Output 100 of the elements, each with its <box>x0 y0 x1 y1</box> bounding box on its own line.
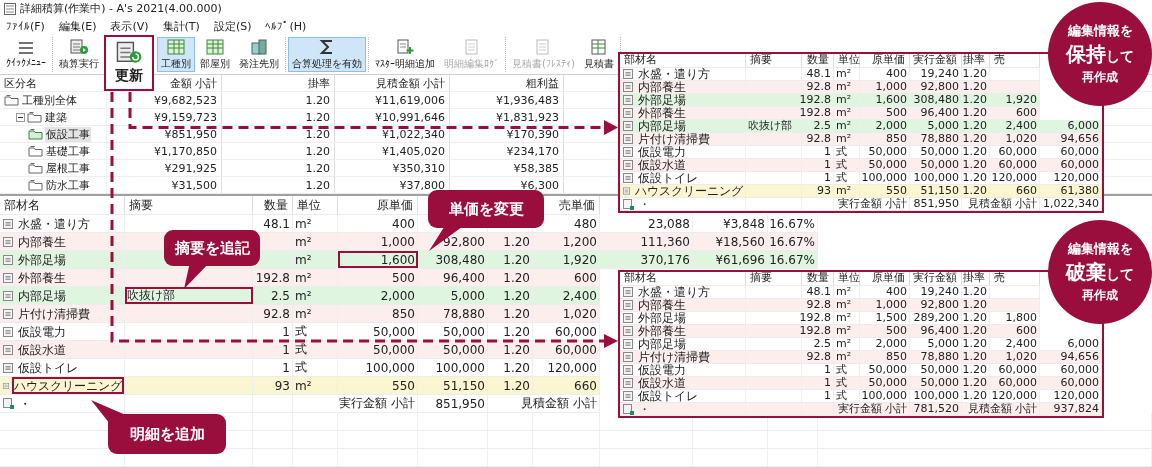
table-row[interactable]: 外部足場 192.8 m² 1,600 308,480 1.20 1,920 <box>620 94 1040 107</box>
column-header[interactable]: 実行金額 <box>910 272 962 285</box>
table-cell: 1.20 <box>488 287 533 304</box>
table-cell: 60,000 <box>990 364 1040 377</box>
table-cell-text: 内部養生 <box>637 299 687 312</box>
table-cell: ¥10,991,646 <box>335 109 450 125</box>
column-header[interactable]: 摘要 <box>746 272 802 285</box>
table-cell: 850 <box>860 351 910 364</box>
column-header[interactable]: 実行金額 <box>910 54 962 67</box>
row-icon <box>3 326 13 337</box>
menu-item[interactable]: 表示(V) <box>110 18 149 34</box>
column-header[interactable]: 摘要 <box>125 196 253 214</box>
table-row[interactable]: 仮設電力 1 式 50,000 50,000 1.20 60,000 60,000 <box>620 146 1102 159</box>
table-row[interactable]: ハウスクリーニング 93 m² 550 51,150 1.20 660 61,380 <box>620 185 1102 198</box>
table-row[interactable]: 内部足場 吹抜け部 2.5 m² 2,000 5,000 1.20 2,400 <box>0 287 600 305</box>
table-row[interactable]: 内部足場 2.5 m² 2,000 5,000 1.20 2,400 6,000 <box>620 338 1102 351</box>
table-row[interactable]: 片付け清掃費 92.8 m² 850 78,880 1.20 1,020 94,656 <box>620 133 1102 146</box>
column-header[interactable]: 掛率 <box>962 272 990 285</box>
column-header[interactable]: 部材名 <box>620 272 746 285</box>
table-cell: 100,000 <box>910 172 962 185</box>
table-cell: 1.20 <box>488 341 533 358</box>
table-cell: 94,656 <box>1040 351 1102 364</box>
column-header[interactable]: 部材名 <box>0 196 125 214</box>
menu-item[interactable]: 設定(S) <box>213 18 252 34</box>
table-row[interactable]: 内部養生 92.8 m² 1,000 92,800 1.20 <box>620 81 1040 94</box>
column-header[interactable]: 単位 <box>834 272 860 285</box>
table-row[interactable]: 外部養生 192.8 m² 500 96,400 1.20 600 <box>620 325 1040 338</box>
tree-item[interactable]: 工種別全体 <box>21 92 78 108</box>
table-row[interactable]: 水盛・遣り方 48.1 m² 400 19,240 1.20 <box>620 68 1040 81</box>
row-icon <box>623 339 633 350</box>
menu-item[interactable]: 集計(T) <box>162 18 200 34</box>
column-header[interactable]: 単位 <box>834 54 860 67</box>
table-row[interactable]: 仮設電力 1 式 50,000 50,000 1.20 60,000 60,000 <box>620 364 1102 377</box>
table-row[interactable]: 仮設水道 1 式 50,000 50,000 1.20 60,000 60,000 <box>620 377 1102 390</box>
column-header[interactable]: 摘要 <box>746 54 802 67</box>
column-header[interactable]: 単位 <box>293 196 338 214</box>
table-cell: 192.8 <box>802 107 834 120</box>
table-row[interactable]: 仮設水道 1 式 50,000 50,000 1.20 60,000 60,000 <box>620 159 1102 172</box>
table-row[interactable]: 片付け清掃費 92.8 m² 850 78,880 1.20 1,020 <box>0 305 600 323</box>
collapse-icon[interactable] <box>16 112 25 122</box>
table-cell: m² <box>834 338 860 351</box>
column-header[interactable]: 見積金額 小計 <box>375 75 445 91</box>
table-row[interactable]: 仮設トイレ 1 式 100,000 100,000 1.20 120,000 120,000 <box>620 390 1102 403</box>
table-cell: ¥11,619,006 <box>335 92 450 108</box>
update-button[interactable]: 更新 <box>104 35 154 91</box>
tree-item[interactable]: 防水工事 <box>45 177 91 193</box>
table-cell: 500 <box>860 107 910 120</box>
table-cell: 50,000 <box>910 146 962 159</box>
column-header[interactable]: 部材名 <box>620 54 746 67</box>
row-icon <box>3 308 13 319</box>
tree-item[interactable]: 仮設工事 <box>45 126 91 142</box>
menu-item[interactable]: ﾍﾙﾌﾟ(H) <box>265 19 307 33</box>
toolbar-button[interactable]: 合算処理を有効 <box>288 37 366 72</box>
table-row[interactable]: 内部足場 吹抜け部 2.5 m² 2,000 5,000 1.20 2,400 6,000 <box>620 120 1102 133</box>
column-header[interactable]: 数量 <box>253 196 293 214</box>
tree-item[interactable]: 屋根工事 <box>45 160 91 176</box>
table-cell: 100,000 <box>860 172 910 185</box>
column-header[interactable]: 原単価 <box>338 196 418 214</box>
column-header[interactable]: 数量 <box>802 272 834 285</box>
table-cell: 1.20 <box>962 325 990 338</box>
table-cell: m² <box>834 325 860 338</box>
column-header[interactable]: 売 <box>990 272 1040 285</box>
column-header[interactable]: 原単価 <box>860 272 910 285</box>
column-header[interactable]: 金額 小計 <box>169 75 217 91</box>
table-row[interactable]: 片付け清掃費 92.8 m² 850 78,880 1.20 1,020 94,656 <box>620 351 1102 364</box>
column-header[interactable]: 売 <box>990 54 1040 67</box>
table-cell: 式 <box>293 341 338 358</box>
table-cell: 50,000 <box>860 146 910 159</box>
table-row[interactable]: 内部養生 92.8 m² 1,000 92,800 1.20 <box>620 299 1040 312</box>
table-row[interactable]: 水盛・遣り方 48.1 m² 400 19,240 1.20 <box>620 286 1040 299</box>
table-cell: 100,000 <box>418 359 488 376</box>
table-cell-text: ・ <box>638 198 651 211</box>
column-header[interactable]: 区分名 <box>4 75 37 91</box>
tree-item[interactable]: 基礎工事 <box>45 143 91 159</box>
table-row[interactable]: 仮設トイレ 1 式 100,000 100,000 1.20 120,000 <box>0 359 600 377</box>
table-cell: 100,000 <box>910 390 962 403</box>
toolbar-button[interactable]: 工種別 <box>157 37 195 72</box>
table-row[interactable]: 仮設トイレ 1 式 100,000 100,000 1.20 120,000 120,000 <box>620 172 1102 185</box>
column-header[interactable]: 原単価 <box>860 54 910 67</box>
table-row[interactable]: 外部足場 192.8 m² 1,500 289,200 1.20 1,800 <box>620 312 1040 325</box>
menu-item[interactable]: 編集(E) <box>58 18 97 34</box>
column-header[interactable]: 掛率 <box>308 75 330 91</box>
table-cell-text: 外部養生 <box>637 325 687 338</box>
column-header[interactable]: 掛率 <box>962 54 990 67</box>
column-header[interactable]: 粗利益 <box>526 75 559 91</box>
menu-item[interactable]: ﾌｧｲﾙ(F) <box>6 19 45 33</box>
table-row[interactable]: 仮設水道 1 式 50,000 50,000 1.20 60,000 <box>0 341 600 359</box>
table-cell: 1,000 <box>338 233 418 250</box>
table-cell: 60,000 <box>990 159 1040 172</box>
badge-text: 再作成 <box>1082 69 1118 86</box>
table-row[interactable]: ハウスクリーニング 93 m² 550 51,150 1.20 660 <box>0 377 600 395</box>
column-header[interactable]: 数量 <box>802 54 834 67</box>
table-cell: 50,000 <box>910 159 962 172</box>
table-cell: ¥18,560 <box>693 233 768 250</box>
table-cell-text: 仮設電力 <box>17 323 67 340</box>
table-cell: 60,000 <box>533 323 600 340</box>
table-cell: 16.67% <box>768 215 818 232</box>
tree-item[interactable]: 建築 <box>44 109 68 125</box>
table-row[interactable]: 外部養生 192.8 m² 500 96,400 1.20 600 <box>620 107 1040 120</box>
table-row[interactable]: 仮設電力 1 式 50,000 50,000 1.20 60,000 <box>0 323 600 341</box>
